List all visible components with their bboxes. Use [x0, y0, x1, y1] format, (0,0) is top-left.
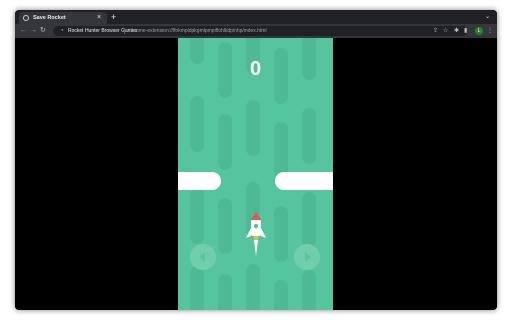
forward-button[interactable]: →: [30, 26, 37, 36]
move-right-button[interactable]: [294, 244, 320, 270]
bg-lane: [190, 266, 204, 310]
move-left-button[interactable]: [190, 244, 216, 270]
tab-search-icon[interactable]: ⌄: [485, 13, 490, 21]
omnibox-separator: [124, 28, 125, 34]
bg-lane: [274, 280, 288, 310]
profile-avatar[interactable]: L: [475, 27, 483, 35]
url-text[interactable]: chrome-extension://lfokmpldpkgmlpmpifloh…: [129, 26, 267, 36]
bg-lane: [246, 100, 260, 156]
chevron-right-icon: [305, 252, 311, 262]
site-name: Rocket Hunter Browser Games: [68, 28, 138, 34]
chevron-left-icon: [199, 252, 205, 262]
bg-lane: [274, 122, 288, 178]
favicon-icon: [23, 15, 29, 21]
menu-icon[interactable]: ⋮: [487, 27, 493, 35]
extensions-puzzle-icon[interactable]: ✱: [454, 27, 459, 35]
bg-lane: [302, 108, 316, 164]
tab-bar: Save Rocket × + ⌄: [15, 10, 497, 24]
wall-left: [178, 172, 221, 190]
side-panel-icon[interactable]: ▮: [464, 27, 467, 35]
bg-lane: [274, 206, 288, 262]
tab-save-rocket[interactable]: Save Rocket ×: [19, 12, 107, 24]
browser-window: Save Rocket × + ⌄ ← → ↻ ◔ Rocket Hunter …: [15, 10, 497, 310]
score-display: 0: [249, 58, 262, 80]
tab-title: Save Rocket: [33, 15, 66, 21]
bg-lane: [302, 192, 316, 248]
reload-button[interactable]: ↻: [40, 26, 46, 36]
new-tab-button[interactable]: +: [111, 12, 116, 22]
bg-lane: [302, 270, 316, 310]
bg-lane: [246, 264, 260, 310]
toolbar: ← → ↻ ◔ Rocket Hunter Browser Games chro…: [15, 24, 497, 38]
game-canvas[interactable]: 0: [178, 38, 333, 310]
back-button[interactable]: ←: [20, 26, 27, 36]
page-viewport: 0: [15, 38, 497, 310]
bg-lane: [190, 96, 204, 152]
rocket-icon: [246, 212, 266, 256]
bg-lane: [218, 274, 232, 310]
share-icon[interactable]: ⇪: [433, 27, 438, 35]
extension-icon: ◔: [60, 28, 64, 34]
address-bar[interactable]: ◔ Rocket Hunter Browser Games chrome-ext…: [53, 26, 467, 36]
close-tab-icon[interactable]: ×: [97, 13, 101, 23]
bg-lane: [218, 198, 232, 254]
bg-lane: [218, 114, 232, 170]
bg-lane: [190, 188, 204, 244]
wall-right: [275, 172, 333, 190]
bookmark-star-icon[interactable]: ☆: [443, 27, 448, 35]
